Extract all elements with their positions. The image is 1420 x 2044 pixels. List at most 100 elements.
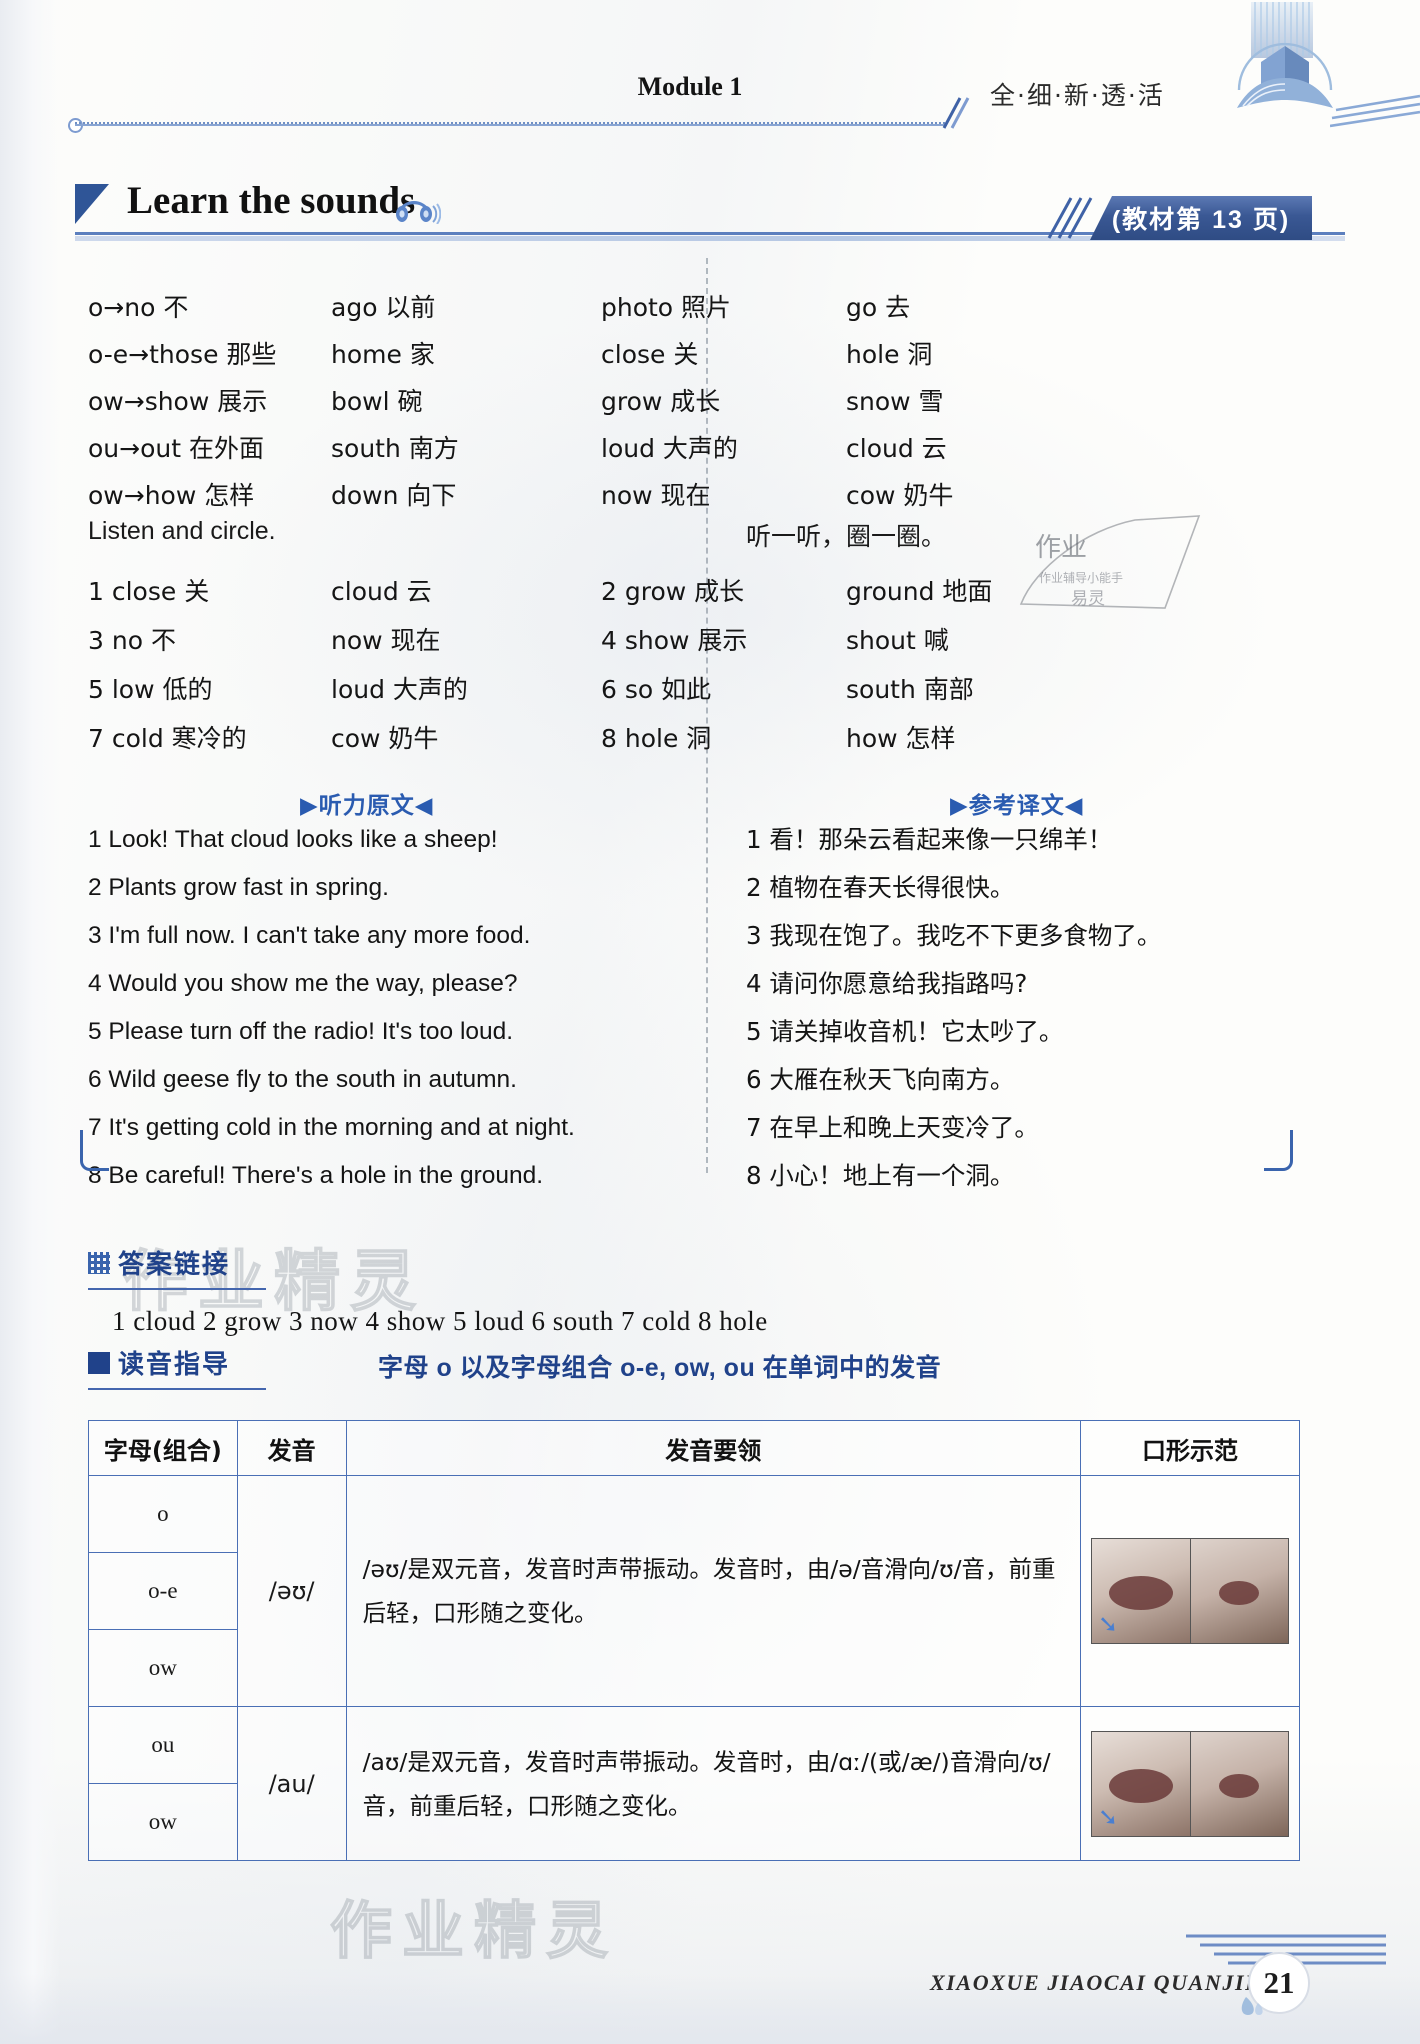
guide-label: 读音指导	[118, 1349, 231, 1379]
arrow-icon: ➘	[1098, 1803, 1119, 1831]
series-name: XIAOXUE JIAOCAI QUANJIE	[930, 1970, 1262, 1995]
reference-translation: 1 看！那朵云看起来像一只绵羊！ 2 植物在春天长得很快。 3 我现在饱了。我吃…	[746, 816, 1346, 1200]
exercise-option[interactable]: loud 大声的	[331, 670, 574, 706]
exercise-option[interactable]: 4 show 展示	[601, 621, 846, 657]
arrow-icon: ➘	[1098, 1611, 1119, 1638]
badge-slash-decoration	[1047, 197, 1093, 239]
answers-label: 答案链接	[118, 1249, 231, 1279]
open-book-logo	[1237, 2, 1333, 108]
listening-script: 1 Look! That cloud looks like a sheep! 2…	[88, 816, 688, 1200]
word-row: ow→how 怎样 down 向下 now 现在 cow 奶牛	[88, 470, 1328, 517]
exercise-option[interactable]: 6 so 如此	[601, 670, 846, 706]
word-cell: home 家	[331, 339, 435, 369]
exercise-option[interactable]: how 怎样	[846, 719, 1086, 755]
word-cell: now 现在	[601, 480, 711, 510]
module-title: Module 1	[637, 72, 743, 101]
word-cell: go 去	[846, 292, 911, 322]
phoneme-cell: /əʊ/	[236, 1475, 347, 1707]
exercise-row: 3 no 不 now 现在 4 show 展示 shout 喊	[88, 614, 1328, 663]
page-left-edge-shadow	[0, 0, 60, 2044]
brand-slogan: 全·细·新·透·活	[990, 81, 1165, 110]
guide-underline	[88, 1388, 266, 1390]
script-line: 2 Plants grow fast in spring.	[88, 874, 389, 901]
word-row: ow→show 展示 bowl 碗 grow 成长 snow 雪	[88, 376, 1328, 423]
section-triangle-icon	[75, 184, 109, 224]
section-title: Learn the sounds	[127, 179, 416, 222]
script-line: 3 I'm full now. I can't take any more fo…	[88, 922, 531, 949]
answers-bullet-icon	[88, 1252, 110, 1274]
exercise-option[interactable]: 8 hole 洞	[601, 719, 846, 755]
script-line: 1 Look! That cloud looks like a sheep!	[88, 826, 498, 853]
letter-cell: o-e	[88, 1552, 238, 1630]
exercise-option[interactable]: 5 low 低的	[88, 670, 331, 706]
exercise-option[interactable]: 2 grow 成长	[601, 572, 846, 608]
exercise-option[interactable]: cow 奶牛	[331, 719, 574, 755]
table-header-cell: 发音	[236, 1420, 347, 1476]
translation-line: 2 植物在春天长得很快。	[746, 873, 1015, 902]
translation-line: 1 看！那朵云看起来像一只绵羊！	[746, 825, 1113, 854]
exercise-row: 5 low 低的 loud 大声的 6 so 如此 south 南部	[88, 663, 1328, 712]
exercise-option[interactable]: shout 喊	[846, 621, 1086, 657]
exercise-row: 7 cold 寒冷的 cow 奶牛 8 hole 洞 how 怎样	[88, 712, 1328, 761]
header-fan-lines	[1330, 94, 1420, 128]
description-cell: /əʊ/是双元音，发音时声带振动。发音时，由/ə/音滑向/ʊ/音，前重后轻，口形…	[345, 1475, 1082, 1707]
answers-underline	[88, 1288, 266, 1290]
word-cell: ago 以前	[331, 292, 436, 322]
listening-script-tag: ▶听力原文◀	[300, 792, 434, 818]
word-cell: grow 成长	[601, 386, 721, 416]
translation-line: 7 在早上和晚上天变冷了。	[746, 1113, 1039, 1142]
exercise-list: 1 close 关 cloud 云 2 grow 成长 ground 地面 3 …	[88, 565, 1328, 761]
word-cell: cloud 云	[846, 433, 947, 463]
table-header-row: 字母(组合) 发音 发音要领 口形示范	[88, 1420, 1300, 1476]
exercise-option[interactable]: 3 no 不	[88, 621, 331, 657]
header-slash-decoration	[942, 97, 970, 129]
mouth-photo-right	[1189, 1731, 1289, 1836]
phoneme-cell: /au/	[236, 1706, 347, 1861]
exercise-option[interactable]: ground 地面	[846, 572, 1086, 608]
mouth-demo-cell: ➘	[1080, 1475, 1300, 1707]
translation-line: 8 小心！地上有一个洞。	[746, 1161, 1015, 1190]
word-cell: loud 大声的	[601, 433, 738, 463]
word-cell: ow→how 怎样	[88, 480, 255, 510]
translation-line: 4 请问你愿意给我指路吗?	[746, 969, 1028, 998]
word-cell: down 向下	[331, 480, 457, 510]
word-row: o→no 不 ago 以前 photo 照片 go 去	[88, 282, 1328, 329]
script-line: 8 Be careful! There's a hole in the grou…	[88, 1162, 544, 1189]
mouth-shape-image: ➘	[1091, 1730, 1290, 1837]
translation-tag: ▶参考译文◀	[950, 792, 1084, 818]
guide-subtitle: 字母 o 以及字母组合 o-e, ow, ou 在单词中的发音	[378, 1354, 942, 1382]
headphones-icon	[396, 201, 441, 224]
lips-shape	[1108, 1576, 1173, 1611]
description-cell: /aʊ/是双元音，发音时声带振动。发音时，由/ɑː/(或/æ/)音滑向/ʊ/音，…	[345, 1706, 1082, 1861]
header-rule-solid	[75, 124, 945, 126]
word-row: ou→out 在外面 south 南方 loud 大声的 cloud 云	[88, 423, 1328, 470]
exercise-option[interactable]: 7 cold 寒冷的	[88, 719, 331, 755]
exercise-instruction-en: Listen and circle.	[88, 517, 276, 545]
letter-cell: ou	[88, 1706, 238, 1784]
textbook-page-badge: (教材第 13 页)	[1090, 196, 1312, 240]
watermark-text: 作业精灵	[329, 1893, 619, 1968]
exercise-option[interactable]: south 南部	[846, 670, 1086, 706]
script-box-corner-right	[1264, 1130, 1293, 1171]
table-row: o /əʊ/ /əʊ/是双元音，发音时声带振动。发音时，由/ə/音滑向/ʊ/音，…	[88, 1475, 1300, 1707]
word-cell: o→no 不	[88, 292, 189, 322]
script-line: 6 Wild geese fly to the south in autumn.	[88, 1066, 517, 1093]
exercise-option[interactable]: cloud 云	[331, 572, 574, 608]
exercise-option[interactable]: now 现在	[331, 621, 574, 657]
answers-values: 1 cloud 2 grow 3 now 4 show 5 loud 6 sou…	[112, 1306, 768, 1336]
translation-line: 5 请关掉收音机！它太吵了。	[746, 1017, 1064, 1046]
word-cell: ow→show 展示	[88, 386, 268, 416]
word-cell: snow 雪	[846, 386, 944, 416]
script-line: 7 It's getting cold in the morning and a…	[88, 1114, 575, 1141]
table-header-cell: 字母(组合)	[88, 1420, 238, 1476]
word-cell: ou→out 在外面	[88, 433, 264, 463]
translation-line: 3 我现在饱了。我吃不下更多食物了。	[746, 921, 1162, 950]
word-cell: south 南方	[331, 433, 459, 463]
exercise-row: 1 close 关 cloud 云 2 grow 成长 ground 地面	[88, 565, 1328, 614]
table-row: ou /au/ /aʊ/是双元音，发音时声带振动。发音时，由/ɑː/(或/æ/)…	[88, 1706, 1300, 1861]
mouth-photo-right	[1189, 1539, 1289, 1643]
exercise-option[interactable]: 1 close 关	[88, 572, 331, 608]
lips-shape	[1219, 1773, 1260, 1798]
table-header-cell: 发音要领	[345, 1420, 1082, 1476]
footer-droplet-icon	[1241, 1997, 1263, 2015]
